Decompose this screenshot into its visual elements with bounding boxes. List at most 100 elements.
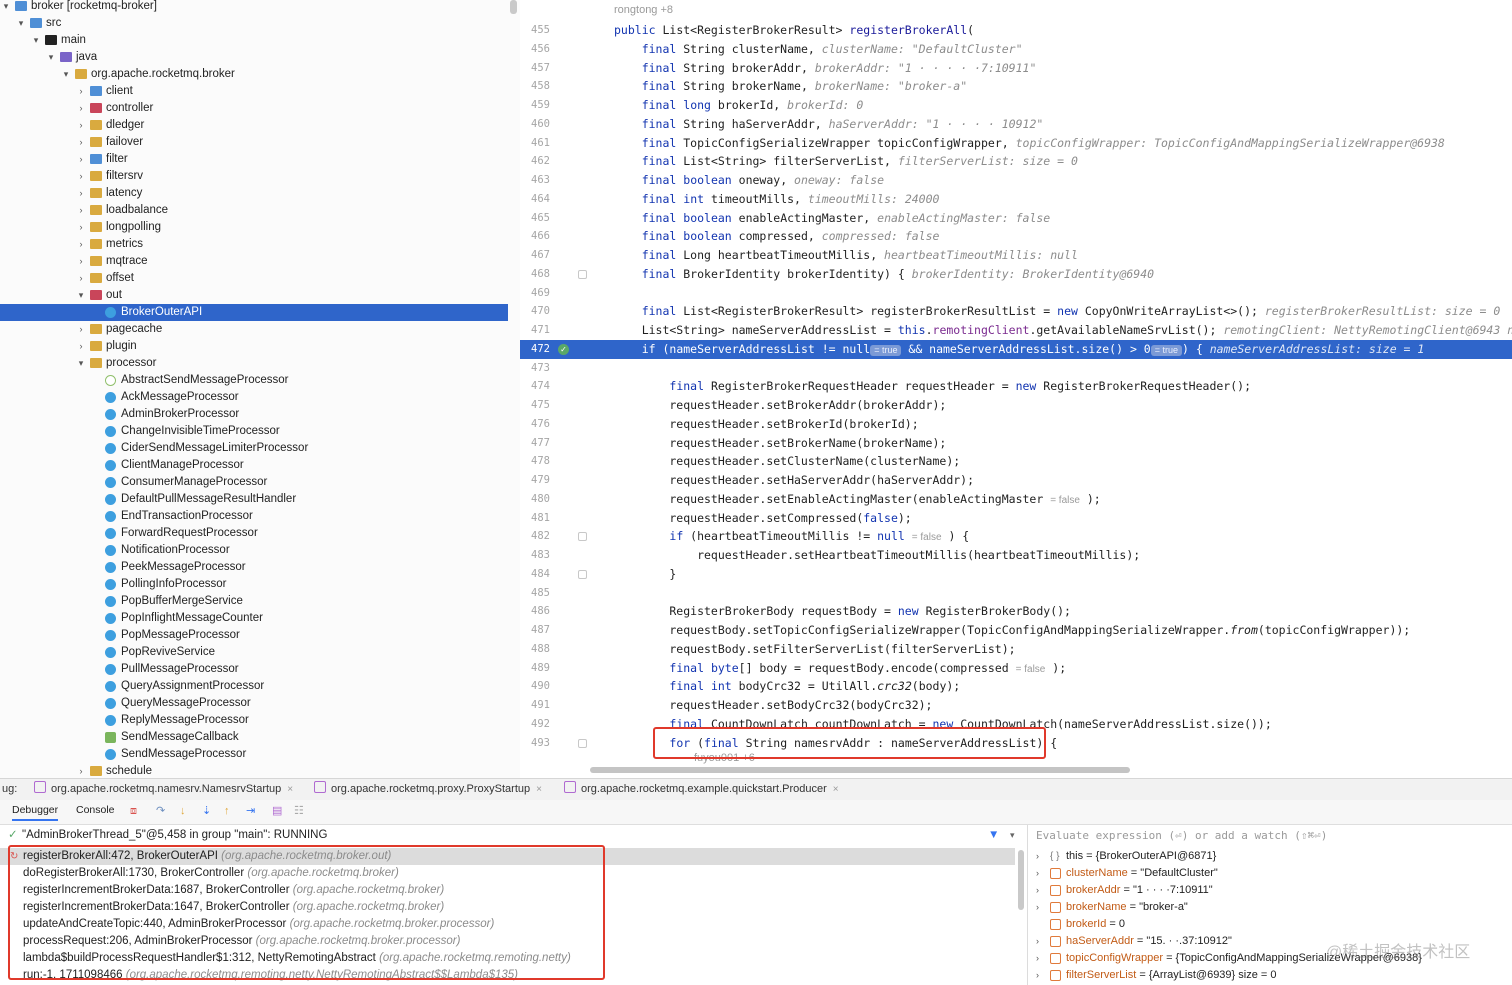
line-number[interactable]: 461 [520,134,550,153]
line-number[interactable]: 470 [520,302,550,321]
tree-item[interactable]: NotificationProcessor [0,542,508,559]
code-line[interactable]: 480 requestHeader.setEnableActingMaster(… [520,490,1512,509]
tree-item[interactable]: › dledger [0,117,508,134]
code-line[interactable]: 476 requestHeader.setBrokerId(brokerId); [520,415,1512,434]
stop-frame-icon[interactable]: ⧈ [130,804,137,818]
chevron-right-icon[interactable]: › [1036,933,1039,950]
tree-item[interactable]: ChangeInvisibleTimeProcessor [0,423,508,440]
code-line[interactable]: 462 final List<String> filterServerList,… [520,152,1512,171]
chevron-down-icon[interactable]: ▾ [31,32,41,49]
tree-item[interactable]: ▾ java [0,49,508,66]
tab-producer[interactable]: org.apache.rocketmq.example.quickstart.P… [564,779,839,801]
line-number[interactable]: 474 [520,377,550,396]
line-number[interactable]: 480 [520,490,550,509]
line-number[interactable]: 476 [520,415,550,434]
line-number[interactable]: 489 [520,659,550,678]
tree-item[interactable]: ClientManageProcessor [0,457,508,474]
code-line[interactable]: 484 } [520,565,1512,584]
tree-item[interactable]: › longpolling [0,219,508,236]
tree-item[interactable]: PopInflightMessageCounter [0,610,508,627]
code-line[interactable]: 477 requestHeader.setBrokerName(brokerNa… [520,434,1512,453]
chevron-right-icon[interactable]: › [76,236,86,253]
step-over-icon[interactable]: ↷ [156,804,165,818]
line-number[interactable]: 460 [520,115,550,134]
close-icon[interactable]: × [833,784,839,795]
tree-item[interactable]: ▾ processor [0,355,508,372]
chevron-right-icon[interactable]: › [76,117,86,134]
tree-item[interactable]: QueryAssignmentProcessor [0,678,508,695]
tree-item[interactable]: PopBufferMergeService [0,593,508,610]
line-number[interactable]: 463 [520,171,550,190]
code-line[interactable]: 456 final String clusterName, clusterNam… [520,40,1512,59]
line-number[interactable]: 464 [520,190,550,209]
code-line[interactable]: 465 final boolean enableActingMaster, en… [520,209,1512,228]
run-to-cursor-icon[interactable]: ⇥ [246,804,255,818]
code-line[interactable]: 473 [520,359,1512,378]
code-line[interactable]: 464 final int timeoutMills, timeoutMills… [520,190,1512,209]
close-icon[interactable]: × [287,784,293,795]
code-line[interactable]: 489 final byte[] body = requestBody.enco… [520,659,1512,678]
tree-item[interactable]: PopReviveService [0,644,508,661]
line-number[interactable]: 456 [520,40,550,59]
line-number[interactable]: 458 [520,77,550,96]
line-number[interactable]: 459 [520,96,550,115]
fold-marker-icon[interactable] [578,569,587,579]
tree-item[interactable]: ▾ org.apache.rocketmq.broker [0,66,508,83]
tree-item[interactable]: › latency [0,185,508,202]
chevron-right-icon[interactable]: › [76,321,86,338]
line-number[interactable]: 485 [520,584,550,603]
chevron-right-icon[interactable]: › [76,338,86,355]
code-line[interactable]: 466 final boolean compressed, compressed… [520,227,1512,246]
tree-item[interactable]: SendMessageProcessor [0,746,508,763]
line-number[interactable]: 472 [520,340,550,359]
line-number[interactable]: 491 [520,696,550,715]
chevron-right-icon[interactable]: › [1036,848,1039,865]
line-number[interactable]: 487 [520,621,550,640]
tree-item[interactable]: › filter [0,151,508,168]
tree-item[interactable]: › offset [0,270,508,287]
tree-item[interactable]: ▾ main [0,32,508,49]
tree-item[interactable]: ▾ broker [rocketmq-broker] [0,0,508,15]
line-number[interactable]: 467 [520,246,550,265]
tree-item[interactable]: CiderSendMessageLimiterProcessor [0,440,508,457]
tree-item[interactable]: QueryMessageProcessor [0,695,508,712]
code-line[interactable]: 491 requestHeader.setBodyCrc32(bodyCrc32… [520,696,1512,715]
close-icon[interactable]: × [536,784,542,795]
trace-icon[interactable]: ☷ [294,804,304,818]
tree-item[interactable]: › pagecache [0,321,508,338]
tree-item[interactable]: › controller [0,100,508,117]
code-line[interactable]: 463 final boolean oneway, oneway: false [520,171,1512,190]
line-number[interactable]: 486 [520,602,550,621]
line-number[interactable]: 473 [520,359,550,378]
tree-item[interactable]: › mqtrace [0,253,508,270]
project-tree-scrollbar[interactable] [510,0,517,14]
line-number[interactable]: 481 [520,509,550,528]
line-number[interactable]: 469 [520,284,550,303]
chevron-down-icon[interactable]: ▾ [1,0,11,15]
code-line[interactable]: 487 requestBody.setTopicConfigSerializeW… [520,621,1512,640]
chevron-right-icon[interactable]: › [76,134,86,151]
code-line[interactable]: 486 RegisterBrokerBody requestBody = new… [520,602,1512,621]
variable-row[interactable]: › brokerAddr = "1 · · · ·7:10911" [1028,882,1512,899]
fold-marker-icon[interactable] [578,738,587,748]
variable-row[interactable]: brokerId = 0 [1028,916,1512,933]
line-number[interactable]: 488 [520,640,550,659]
tree-item[interactable]: PeekMessageProcessor [0,559,508,576]
chevron-down-icon[interactable]: ▾ [46,49,56,66]
line-number[interactable]: 493 [520,734,550,753]
chevron-right-icon[interactable]: › [1036,899,1039,916]
tree-item[interactable]: PopMessageProcessor [0,627,508,644]
tree-item[interactable]: SendMessageCallback [0,729,508,746]
tree-item[interactable]: PollingInfoProcessor [0,576,508,593]
tree-item[interactable]: ReplyMessageProcessor [0,712,508,729]
chevron-right-icon[interactable]: › [76,763,86,778]
tree-item[interactable]: ConsumerManageProcessor [0,474,508,491]
chevron-right-icon[interactable]: › [76,83,86,100]
chevron-right-icon[interactable]: › [76,100,86,117]
tree-item[interactable]: AdminBrokerProcessor [0,406,508,423]
chevron-right-icon[interactable]: › [76,253,86,270]
tree-item[interactable]: AckMessageProcessor [0,389,508,406]
tree-item[interactable]: AbstractSendMessageProcessor [0,372,508,389]
line-number[interactable]: 477 [520,434,550,453]
code-line[interactable]: 461 final TopicConfigSerializeWrapper to… [520,134,1512,153]
